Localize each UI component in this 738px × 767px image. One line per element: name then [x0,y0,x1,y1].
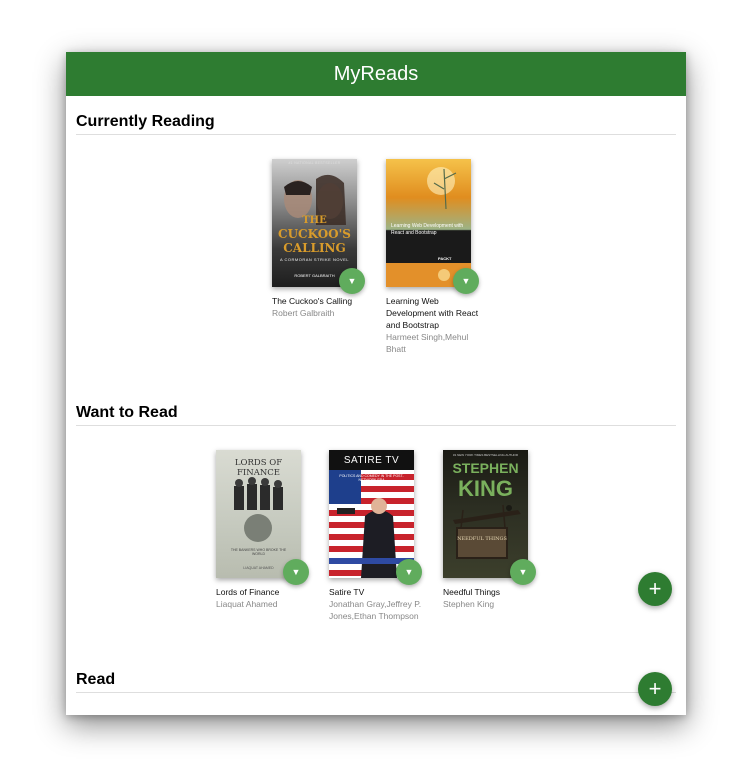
book-title: Learning Web Development with React and … [386,296,479,330]
shelf-changer-button[interactable]: ▼ [453,268,479,294]
app-title: MyReads [333,62,419,85]
shelf-changer-button[interactable]: ▼ [396,559,422,585]
book-cover[interactable]: LORDS OF FINANCE THE BANKERS WHO BROKE T… [216,450,301,578]
book-authors: Robert Galbraith [272,308,335,318]
cover-subtitle: A CORMORAN STRIKE NOVEL [279,257,350,262]
cover-title: Learning Web Development with React and … [391,223,464,236]
book-cover[interactable]: #1 NEW YORK TIMES BESTSELLING AUTHOR STE… [443,450,528,578]
book-authors: Jonathan Gray,Jeffrey P. Jones,Ethan Tho… [329,599,422,621]
cover-publisher: PACKT [438,256,452,261]
chevron-down-icon: ▼ [404,567,414,577]
book-item: Learning Web Development with React and … [386,159,486,355]
book-item: SATIRE TV POLITICS AND COMEDY IN THE POS… [329,450,429,622]
chevron-down-icon: ▼ [347,276,357,286]
chevron-down-icon: ▼ [291,567,301,577]
chevron-down-icon: ▼ [461,276,471,286]
shelf-want-to-read: Want to Read [76,404,676,426]
shelf-title: Currently Reading [76,113,676,135]
plus-icon: + [648,576,662,601]
cover-sign: NEEDFUL THINGS [457,536,507,542]
shelf-title: Want to Read [76,404,676,426]
book-authors: Liaquat Ahamed [216,599,278,609]
shelf-read: Read [76,671,676,693]
book-title: Satire TV [329,587,365,597]
book-title: Needful Things [443,587,501,597]
chevron-down-icon: ▼ [518,567,528,577]
cover-banner: #1 NATIONAL BESTSELLER [288,161,341,165]
cover-line1: THE [302,215,327,226]
cover-line1: STEPHEN [452,460,519,476]
book-cover[interactable]: SATIRE TV POLITICS AND COMEDY IN THE POS… [329,450,414,578]
cover-line2: KING [458,476,513,501]
shelf-changer-button[interactable]: ▼ [283,559,309,585]
book-cover[interactable]: Learning Web Development with React and … [386,159,471,287]
book-cover[interactable]: #1 NATIONAL BESTSELLER THE CUCKOO'S CALL… [272,159,357,287]
book-authors: Stephen King [443,599,495,609]
book-title: The Cuckoo's Calling [272,296,353,306]
add-book-button[interactable]: + [638,572,672,606]
cover-banner: #1 NEW YORK TIMES BESTSELLING AUTHOR [452,453,519,457]
app-header: MyReads [66,52,686,96]
plus-icon: + [648,676,662,701]
book-item: LORDS OF FINANCE THE BANKERS WHO BROKE T… [216,450,316,610]
book-authors: Harmeet Singh,Mehul Bhatt [386,332,469,354]
book-item: #1 NEW YORK TIMES BESTSELLING AUTHOR STE… [443,450,543,610]
book-item: #1 NATIONAL BESTSELLER THE CUCKOO'S CALL… [272,159,372,319]
cover-title: LORDS OF FINANCE [234,458,283,478]
cover-art [329,450,414,578]
book-title: Lords of Finance [216,587,280,597]
shelf-changer-button[interactable]: ▼ [510,559,536,585]
cover-subtitle: POLITICS AND COMEDY IN THE POST-NETWORK … [339,474,404,482]
shelf-title: Read [76,671,676,693]
cover-title: SATIRE TV [343,455,400,466]
add-book-button[interactable]: + [638,672,672,706]
app-window: MyReads Currently Reading #1 NATIONAL BE… [66,52,686,715]
shelf-currently-reading: Currently Reading [76,113,676,135]
shelf-changer-button[interactable]: ▼ [339,268,365,294]
cover-line2: CUCKOO'S [278,227,351,241]
cover-line3: CALLING [283,241,346,255]
cover-subtitle: THE BANKERS WHO BROKE THE WORLD [230,548,287,556]
